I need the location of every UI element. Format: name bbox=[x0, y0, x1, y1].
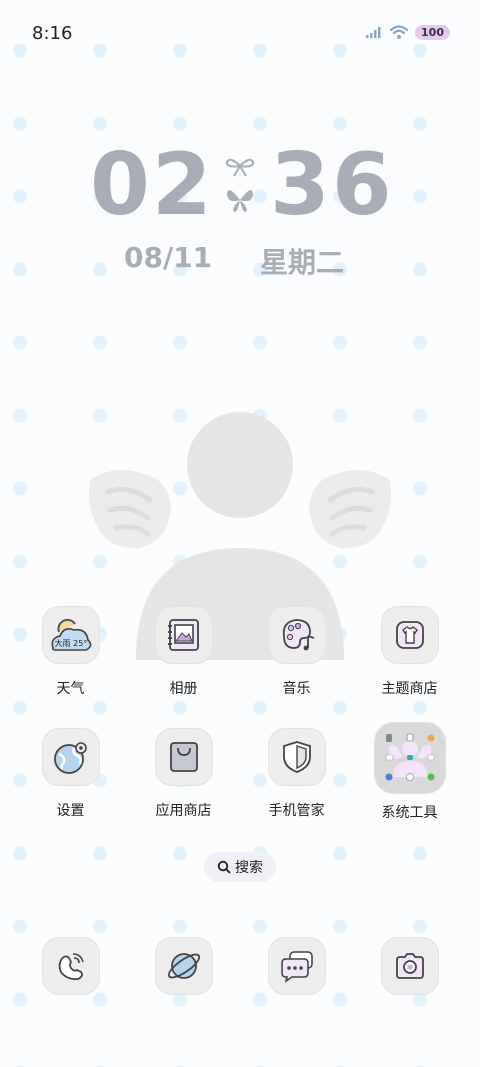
theme-store-icon bbox=[380, 606, 439, 664]
app-settings[interactable]: 设置 bbox=[14, 728, 127, 838]
app-label: 手机管家 bbox=[268, 803, 325, 819]
app-label: 设置 bbox=[56, 803, 85, 819]
clock-minutes: 36 bbox=[270, 135, 394, 235]
app-label: 应用商店 bbox=[155, 803, 212, 819]
app-label: 系统工具 bbox=[381, 805, 438, 821]
wifi-icon bbox=[389, 25, 409, 39]
dock-messages[interactable] bbox=[240, 937, 353, 997]
battery-indicator: 100 bbox=[415, 24, 450, 40]
app-gallery[interactable]: 相册 bbox=[127, 606, 240, 716]
browser-icon bbox=[154, 937, 213, 995]
app-system-tools-folder[interactable]: 系统工具 bbox=[353, 722, 466, 838]
app-phone-manager[interactable]: 手机管家 bbox=[240, 728, 353, 838]
gallery-icon bbox=[154, 606, 213, 664]
app-store-icon bbox=[154, 728, 213, 786]
app-theme-store[interactable]: 主题商店 bbox=[353, 606, 466, 716]
dock-camera[interactable] bbox=[353, 937, 466, 997]
dock-browser[interactable] bbox=[127, 937, 240, 997]
status-bar: 8:16 100 bbox=[0, 0, 480, 66]
date-line: 08/11 星期二 bbox=[0, 241, 480, 279]
search-label: 搜索 bbox=[235, 860, 263, 876]
app-music[interactable]: 音乐 bbox=[240, 606, 353, 716]
weekday-text: 星期二 bbox=[260, 246, 345, 279]
signal-icon bbox=[366, 27, 381, 38]
camera-icon bbox=[380, 937, 439, 995]
date-text: 08/11 bbox=[124, 241, 213, 274]
dock-phone[interactable] bbox=[14, 937, 127, 997]
dock bbox=[14, 937, 466, 997]
phone-icon bbox=[41, 937, 100, 995]
weather-badge: 大雨 25° bbox=[54, 638, 87, 648]
app-label: 相册 bbox=[169, 681, 198, 697]
app-grid: 大雨 25° 天气 相册 音乐 主题商店 设置 应用商店 手机管家 系统工具 bbox=[14, 606, 466, 826]
clock-hours: 02 bbox=[90, 135, 214, 235]
search-button[interactable]: 搜索 bbox=[204, 852, 276, 882]
status-time: 8:16 bbox=[32, 23, 73, 44]
app-label: 天气 bbox=[56, 681, 85, 697]
app-label: 音乐 bbox=[282, 681, 311, 697]
music-icon bbox=[267, 606, 326, 664]
bow-butterfly-icon bbox=[225, 158, 255, 212]
clock-widget[interactable]: 02 36 bbox=[0, 140, 480, 230]
weather-icon: 大雨 25° bbox=[41, 606, 100, 664]
status-icons: 100 bbox=[365, 24, 450, 40]
phone-manager-icon bbox=[267, 728, 326, 786]
app-weather[interactable]: 大雨 25° 天气 bbox=[14, 606, 127, 716]
settings-icon bbox=[41, 728, 100, 786]
app-label: 主题商店 bbox=[381, 681, 438, 697]
messages-icon bbox=[267, 937, 326, 995]
search-icon bbox=[217, 860, 231, 874]
system-tools-folder-icon bbox=[373, 722, 446, 794]
app-app-store[interactable]: 应用商店 bbox=[127, 728, 240, 838]
